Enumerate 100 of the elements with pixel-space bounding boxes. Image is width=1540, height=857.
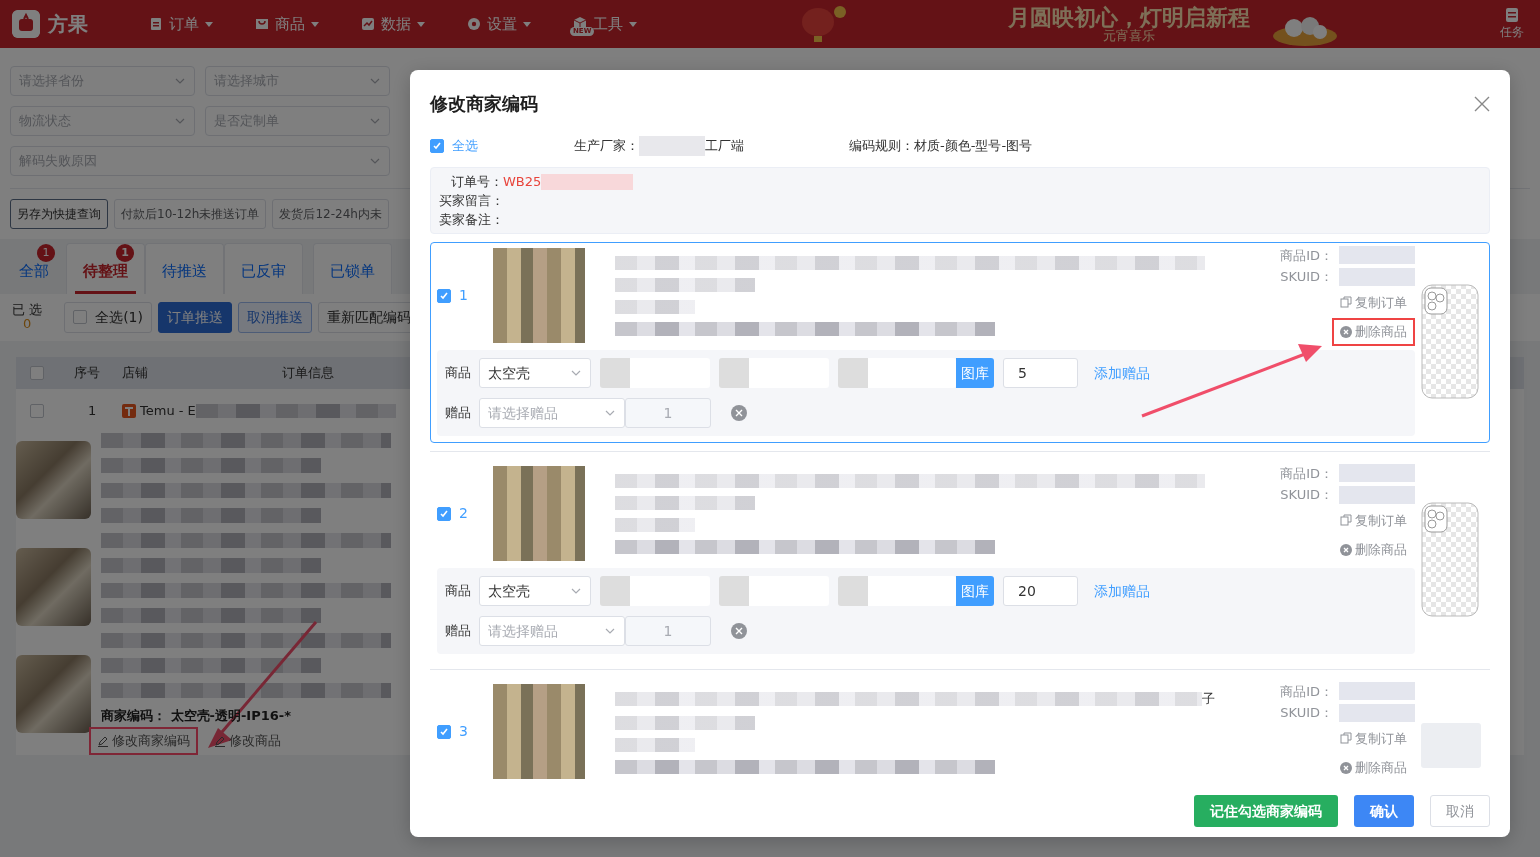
item-number: 2 bbox=[459, 504, 468, 523]
count-badge: 1 bbox=[37, 244, 55, 262]
checkbox[interactable] bbox=[73, 310, 88, 324]
shop-name: Temu - E bbox=[140, 401, 196, 420]
quantity-field[interactable]: 5 bbox=[1003, 358, 1078, 388]
action-button[interactable]: 订单推送 bbox=[158, 301, 232, 333]
banner-title: 月圆映初心，灯明启新程 bbox=[1008, 4, 1250, 29]
product-card[interactable]: 1 商品ID： SKUID： 复制订单 删除商品 商品 太空壳 图库 5 添加赠品 赠品 请选择赠品 1 bbox=[430, 242, 1490, 443]
table-cell-text: 1 bbox=[88, 401, 98, 420]
pencil-icon bbox=[97, 734, 109, 747]
product-card[interactable]: 2 商品ID： SKUID： 复制订单 删除商品 商品 太空壳 图库 20 添加赠品 赠品 请选择赠品 1 bbox=[430, 460, 1490, 661]
manufacturer-suffix: 工厂端 bbox=[705, 137, 744, 156]
title-fragment: 子 bbox=[1202, 689, 1215, 708]
checkbox[interactable] bbox=[437, 506, 451, 521]
quantity-field[interactable]: 20 bbox=[1003, 576, 1078, 606]
copy-icon bbox=[1340, 732, 1352, 745]
seller-note-label: 卖家备注： bbox=[439, 211, 504, 229]
order-number-label: 订单号： bbox=[451, 173, 503, 191]
quick-filter-button[interactable]: 发货后12-24h内未 bbox=[272, 199, 389, 229]
column-header: 店铺 bbox=[122, 364, 148, 380]
delete-item-link[interactable]: 删除商品 bbox=[1332, 536, 1415, 564]
close-circle-icon bbox=[1340, 761, 1352, 774]
edit-link[interactable]: 修改商品 bbox=[206, 727, 289, 755]
chart-icon bbox=[360, 16, 376, 32]
caret-icon bbox=[522, 19, 532, 29]
banner-subtitle: 元宵喜乐 bbox=[1103, 28, 1155, 44]
field-label: 赠品 bbox=[445, 622, 471, 641]
id-label: 商品ID： bbox=[1280, 246, 1333, 265]
quick-filter-button[interactable]: 另存为快捷查询 bbox=[10, 199, 108, 229]
caret-icon bbox=[416, 19, 426, 29]
gallery-button[interactable]: 图库 bbox=[956, 358, 994, 388]
gift-select[interactable]: 请选择赠品 bbox=[479, 616, 625, 646]
nav-menu[interactable]: 商品 bbox=[254, 12, 320, 36]
add-gift-link[interactable]: 添加赠品 bbox=[1094, 362, 1150, 384]
nav-menu[interactable]: 数据 bbox=[360, 12, 426, 36]
close-circle-icon bbox=[1340, 543, 1352, 556]
status-tab[interactable]: 已锁单 bbox=[313, 243, 392, 294]
caret-icon bbox=[204, 19, 214, 29]
delete-item-link[interactable]: 删除商品 bbox=[1332, 754, 1415, 782]
id-label: 商品ID： bbox=[1280, 464, 1333, 483]
remove-gift-icon[interactable] bbox=[731, 623, 747, 639]
checkbox[interactable] bbox=[30, 403, 44, 418]
add-gift-link[interactable]: 添加赠品 bbox=[1094, 580, 1150, 602]
coding-rule: 编码规则：材质-颜色-型号-图号 bbox=[849, 137, 1033, 156]
selected-count: 0 bbox=[22, 317, 32, 332]
quick-filter-button[interactable]: 付款后10-12h未推送订单 bbox=[114, 199, 267, 229]
status-tab[interactable]: 已反审 bbox=[224, 243, 303, 294]
item-number: 3 bbox=[459, 722, 468, 741]
gift-quantity-field[interactable]: 1 bbox=[625, 616, 711, 646]
copy-order-link[interactable]: 复制订单 bbox=[1332, 288, 1415, 316]
brand-name: 方果 bbox=[48, 11, 88, 38]
nav-menu[interactable]: 设置 bbox=[466, 12, 532, 36]
task-button[interactable]: 任务 bbox=[1500, 7, 1524, 41]
id-label: SKUID： bbox=[1280, 268, 1333, 286]
product-select[interactable]: 太空壳 bbox=[479, 358, 591, 388]
gift-quantity-field[interactable]: 1 bbox=[625, 398, 711, 428]
count-badge: 1 bbox=[116, 244, 134, 262]
column-header: 序号 bbox=[74, 364, 100, 380]
id-label: SKUID： bbox=[1280, 704, 1333, 722]
copy-order-link[interactable]: 复制订单 bbox=[1332, 506, 1415, 534]
product-card[interactable]: 3 子 商品ID： SKUID： 复制订单 删除商品 bbox=[430, 678, 1490, 787]
remove-gift-icon[interactable] bbox=[731, 405, 747, 421]
gallery-button[interactable]: 图库 bbox=[956, 576, 994, 606]
logo-icon[interactable] bbox=[12, 10, 40, 38]
dialog-title: 修改商家编码 bbox=[430, 92, 538, 116]
close-icon[interactable] bbox=[1474, 95, 1490, 112]
order-number: WB25 bbox=[503, 173, 542, 191]
dialog-button[interactable]: 取消 bbox=[1430, 795, 1490, 827]
gear-icon bbox=[466, 16, 482, 32]
select-all-button[interactable]: 全选(1) bbox=[64, 301, 152, 333]
field-label: 赠品 bbox=[445, 404, 471, 423]
select-all-checkbox[interactable]: 全选 bbox=[430, 136, 478, 156]
id-label: SKUID： bbox=[1280, 486, 1333, 504]
caret-icon bbox=[628, 19, 638, 29]
action-button[interactable]: 取消推送 bbox=[238, 301, 312, 333]
column-header: 订单信息 bbox=[282, 363, 334, 382]
shop-icon bbox=[122, 403, 136, 418]
field-label: 商品 bbox=[445, 364, 471, 383]
copy-order-link[interactable]: 复制订单 bbox=[1332, 724, 1415, 752]
status-tab[interactable]: 待推送 bbox=[145, 243, 224, 294]
checkbox[interactable] bbox=[430, 139, 444, 153]
dialog-button[interactable]: 记住勾选商家编码 bbox=[1194, 795, 1338, 827]
product-select[interactable]: 太空壳 bbox=[479, 576, 591, 606]
copy-icon bbox=[1340, 296, 1352, 309]
gift-select[interactable]: 请选择赠品 bbox=[479, 398, 625, 428]
status-tab[interactable]: 待整理 1 bbox=[66, 243, 145, 294]
task-icon bbox=[1504, 7, 1520, 23]
checkbox[interactable] bbox=[437, 724, 451, 739]
manufacturer-label: 生产厂家： bbox=[574, 137, 639, 156]
clipboard-icon bbox=[148, 16, 164, 32]
field-label: 商品 bbox=[445, 582, 471, 601]
nav-menu[interactable]: 订单 bbox=[148, 12, 214, 36]
edit-link[interactable]: 修改商家编码 bbox=[89, 727, 198, 755]
copy-icon bbox=[1340, 514, 1352, 527]
checkbox[interactable] bbox=[30, 365, 44, 380]
dialog-button[interactable]: 确认 bbox=[1354, 795, 1414, 827]
close-circle-icon bbox=[1340, 325, 1352, 338]
checkbox[interactable] bbox=[437, 288, 451, 303]
delete-item-link[interactable]: 删除商品 bbox=[1332, 318, 1415, 346]
pencil-icon bbox=[214, 734, 226, 747]
